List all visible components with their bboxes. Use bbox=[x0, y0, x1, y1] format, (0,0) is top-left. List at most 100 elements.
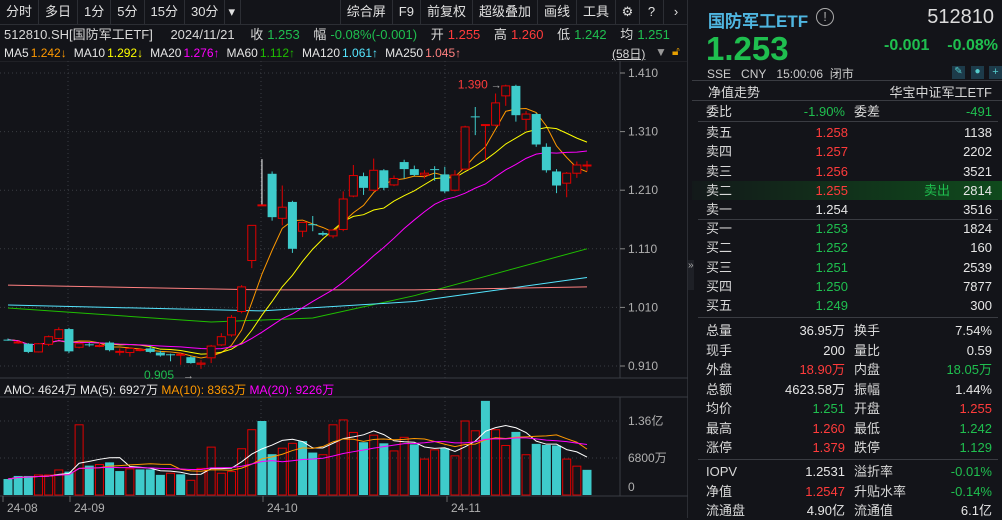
volume-bar bbox=[501, 444, 511, 496]
tab-1min[interactable]: 1分 bbox=[78, 0, 112, 24]
candle-body bbox=[552, 171, 562, 186]
order-book-row[interactable]: 买四 1.250 7877 bbox=[692, 277, 1002, 296]
candle bbox=[257, 159, 267, 207]
currency: CNY bbox=[741, 67, 767, 81]
stat-value: 1.129 bbox=[959, 440, 992, 455]
edit-icon[interactable]: ✎ bbox=[952, 66, 965, 79]
stat-value: 4623.58万 bbox=[785, 381, 845, 397]
volume-ma-line-10 bbox=[7, 434, 588, 480]
level-price: 1.249 bbox=[815, 298, 848, 314]
stat-value: -0.14% bbox=[950, 483, 992, 499]
order-diff-label: 委差 bbox=[854, 104, 881, 119]
draw-line-button[interactable]: 画线 bbox=[538, 0, 577, 24]
ma-label: MA250 bbox=[385, 46, 424, 60]
ma-value: 1.242↓ bbox=[30, 46, 67, 60]
exchange: SSE bbox=[707, 67, 732, 81]
lock-icon[interactable]: 🔓︎ bbox=[672, 44, 680, 59]
order-book-row[interactable]: 卖四 1.257 2202 bbox=[692, 142, 1002, 161]
volume-bar bbox=[470, 430, 480, 496]
avg-value: 1.251 bbox=[637, 27, 670, 42]
quote-time: 15:00:06 bbox=[776, 67, 824, 81]
tools-button[interactable]: 工具 bbox=[577, 0, 616, 24]
volume-bar bbox=[226, 471, 236, 496]
avg-label: 均 bbox=[620, 27, 634, 42]
candle-body bbox=[511, 85, 521, 116]
order-book-row[interactable]: 买五 1.249 300 bbox=[692, 296, 1002, 315]
candle bbox=[318, 231, 328, 236]
order-ratio-value: -1.90% bbox=[803, 104, 845, 119]
stat-label: 量比 bbox=[854, 342, 881, 358]
candle bbox=[287, 200, 297, 253]
price-tick-label: 1.010 bbox=[628, 300, 658, 314]
volume-bar bbox=[74, 424, 84, 496]
level-price: 1.252 bbox=[815, 240, 848, 256]
stat-label: 升贴水率 bbox=[854, 483, 907, 499]
candle-body bbox=[287, 201, 297, 249]
tab-15min[interactable]: 15分 bbox=[145, 0, 185, 24]
low-label: 低 bbox=[557, 27, 571, 42]
volume-bar bbox=[145, 469, 155, 495]
candle bbox=[501, 84, 511, 106]
candle bbox=[64, 327, 74, 354]
fund-name: 华宝中证军工ETF bbox=[889, 85, 992, 100]
candle-body bbox=[74, 343, 84, 348]
candle bbox=[460, 125, 470, 171]
info-icon[interactable]: ! bbox=[816, 8, 834, 26]
candle-body bbox=[186, 357, 196, 364]
order-book-row[interactable]: 卖二 1.255 卖出 2814 bbox=[692, 180, 1002, 200]
composite-screen-button[interactable]: 综合屏 bbox=[339, 0, 393, 24]
ma-legend: MA5 1.242↓ MA10 1.292↓ MA20 1.276↑ MA60 1.112↑ M… bbox=[4, 45, 468, 61]
order-book-row[interactable]: 卖一 1.254 3516 bbox=[692, 200, 1002, 219]
level-price: 1.258 bbox=[815, 125, 848, 140]
volume-bar bbox=[176, 474, 186, 495]
kline-chart[interactable]: 1.410 1.310 1.210 1.110 1.010 0.910 1.390 → 0.90… bbox=[0, 61, 688, 518]
period-count[interactable]: (58日) bbox=[612, 45, 645, 62]
price-change-pct: -0.08% bbox=[947, 37, 998, 54]
gear-icon[interactable]: ⚙ bbox=[616, 0, 640, 24]
stat-row: 均价 1.251 开盘 1.255 bbox=[692, 399, 1002, 418]
symbol-label: 512810.SH[国防军工ETF] bbox=[4, 27, 153, 42]
order-book-row[interactable]: 买二 1.252 160 bbox=[692, 238, 1002, 257]
candle-body bbox=[308, 224, 318, 226]
period-dropdown[interactable]: ▾ bbox=[225, 0, 242, 24]
price-tick-label: 0.910 bbox=[628, 359, 658, 373]
order-book-row[interactable]: 买三 1.251 2539 bbox=[692, 258, 1002, 277]
price-tick-label: 1.310 bbox=[628, 125, 658, 139]
tab-multiday[interactable]: 多日 bbox=[39, 0, 79, 24]
security-name: 国防军工ETF bbox=[708, 12, 809, 31]
volume-legend: AMO: 4624万 MA(5): 6927万 MA(10): 8363万 MA… bbox=[4, 381, 334, 398]
candle bbox=[389, 175, 399, 187]
f9-button[interactable]: F9 bbox=[393, 0, 421, 24]
overlay-button[interactable]: 超级叠加 bbox=[473, 0, 538, 24]
volume-bar bbox=[419, 458, 429, 496]
candle-body bbox=[562, 172, 572, 184]
nav-trend-link[interactable]: 净值走势 bbox=[708, 82, 760, 101]
candle bbox=[562, 172, 572, 198]
forward-adjust-button[interactable]: 前复权 bbox=[421, 0, 473, 24]
order-book-row[interactable]: 卖五 1.258 1138 bbox=[692, 123, 1002, 142]
tab-intraday[interactable]: 分时 bbox=[0, 0, 40, 24]
add-icon[interactable]: + bbox=[989, 66, 1002, 79]
volume-bar bbox=[531, 443, 541, 495]
candle-body bbox=[521, 113, 531, 120]
volume-bar bbox=[44, 474, 54, 496]
volume-bar bbox=[409, 444, 419, 495]
order-book-row[interactable]: 买一 1.253 1824 bbox=[692, 219, 1002, 238]
triangle-down-icon[interactable]: ▼ bbox=[655, 45, 667, 59]
volume-bar bbox=[125, 468, 135, 496]
close-label: 收 bbox=[250, 27, 264, 42]
stat-label: 最高 bbox=[706, 420, 733, 436]
candle-body bbox=[94, 344, 104, 347]
help-icon[interactable]: ? bbox=[640, 0, 664, 24]
order-book-row[interactable]: 卖三 1.256 3521 bbox=[692, 162, 1002, 181]
chevron-right-icon[interactable]: › bbox=[664, 0, 688, 24]
tab-5min[interactable]: 5分 bbox=[111, 0, 145, 24]
alert-bell-icon[interactable]: ● bbox=[971, 66, 984, 79]
tab-30min[interactable]: 30分 bbox=[185, 0, 226, 24]
ma-value: 1.061↑ bbox=[342, 46, 379, 60]
volume-tick-label: 0 bbox=[628, 480, 635, 494]
volume-bar bbox=[84, 465, 94, 495]
candle bbox=[511, 84, 521, 122]
candle-body bbox=[501, 85, 511, 97]
stat-label: 振幅 bbox=[854, 381, 881, 397]
